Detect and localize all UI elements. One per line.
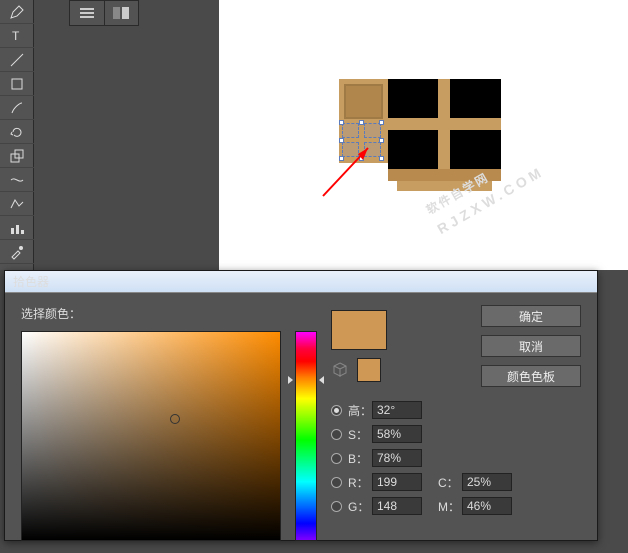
tool-line[interactable]: [0, 48, 34, 72]
base-top: [388, 169, 501, 181]
options-bar: [69, 0, 139, 26]
sv-cursor[interactable]: [170, 414, 180, 424]
saturation-value-field[interactable]: [21, 331, 281, 541]
input-b[interactable]: 78%: [372, 449, 422, 467]
tool-pen[interactable]: [0, 0, 34, 24]
tool-free[interactable]: [0, 192, 34, 216]
label-s: S：: [348, 426, 366, 443]
annotation-arrow: [313, 136, 383, 209]
cabinet-drawer: [344, 84, 383, 119]
window-frame: [388, 79, 501, 169]
radio-g[interactable]: [331, 501, 342, 512]
label-c: C：: [438, 474, 456, 491]
label-m: M：: [438, 498, 456, 515]
tool-width[interactable]: [0, 168, 34, 192]
tool-eyedrop[interactable]: [0, 240, 34, 264]
tool-brush[interactable]: [0, 96, 34, 120]
radio-h[interactable]: [331, 405, 342, 416]
prev-color-swatch: [357, 358, 381, 382]
label-b: B：: [348, 450, 366, 467]
tool-graph[interactable]: [0, 216, 34, 240]
color-picker-dialog: 拾色器 选择颜色： 确定 取消: [4, 270, 598, 541]
swatches-button[interactable]: 颜色色板: [481, 365, 581, 387]
select-color-label: 选择颜色：: [21, 305, 281, 323]
radio-b[interactable]: [331, 453, 342, 464]
tool-scale[interactable]: [0, 144, 34, 168]
tool-type[interactable]: T: [0, 24, 34, 48]
thumb-view-icon[interactable]: [105, 1, 139, 25]
tool-shape[interactable]: [0, 72, 34, 96]
cube-icon: [331, 361, 349, 379]
ok-button[interactable]: 确定: [481, 305, 581, 327]
panel-dock: [34, 0, 69, 270]
canvas[interactable]: 软件自学网RJZXW.COM: [219, 0, 628, 270]
input-s[interactable]: 58%: [372, 425, 422, 443]
base-bottom: [397, 181, 492, 191]
tools-panel: T: [0, 0, 34, 270]
svg-text:T: T: [12, 29, 20, 43]
input-m[interactable]: 46%: [462, 497, 512, 515]
label-h: 高：: [348, 402, 366, 419]
radio-s[interactable]: [331, 429, 342, 440]
input-c[interactable]: 25%: [462, 473, 512, 491]
dialog-title: 拾色器: [13, 273, 49, 290]
label-g: G：: [348, 498, 366, 515]
hue-slider[interactable]: [295, 331, 317, 541]
input-h[interactable]: 32°: [372, 401, 422, 419]
cancel-button[interactable]: 取消: [481, 335, 581, 357]
label-r: R：: [348, 474, 366, 491]
list-view-icon[interactable]: [70, 1, 105, 25]
input-r[interactable]: 199: [372, 473, 422, 491]
dialog-titlebar[interactable]: 拾色器: [5, 271, 597, 293]
input-g[interactable]: 148: [372, 497, 422, 515]
radio-r[interactable]: [331, 477, 342, 488]
new-color-swatch: [331, 310, 387, 350]
tool-rotate[interactable]: [0, 120, 34, 144]
